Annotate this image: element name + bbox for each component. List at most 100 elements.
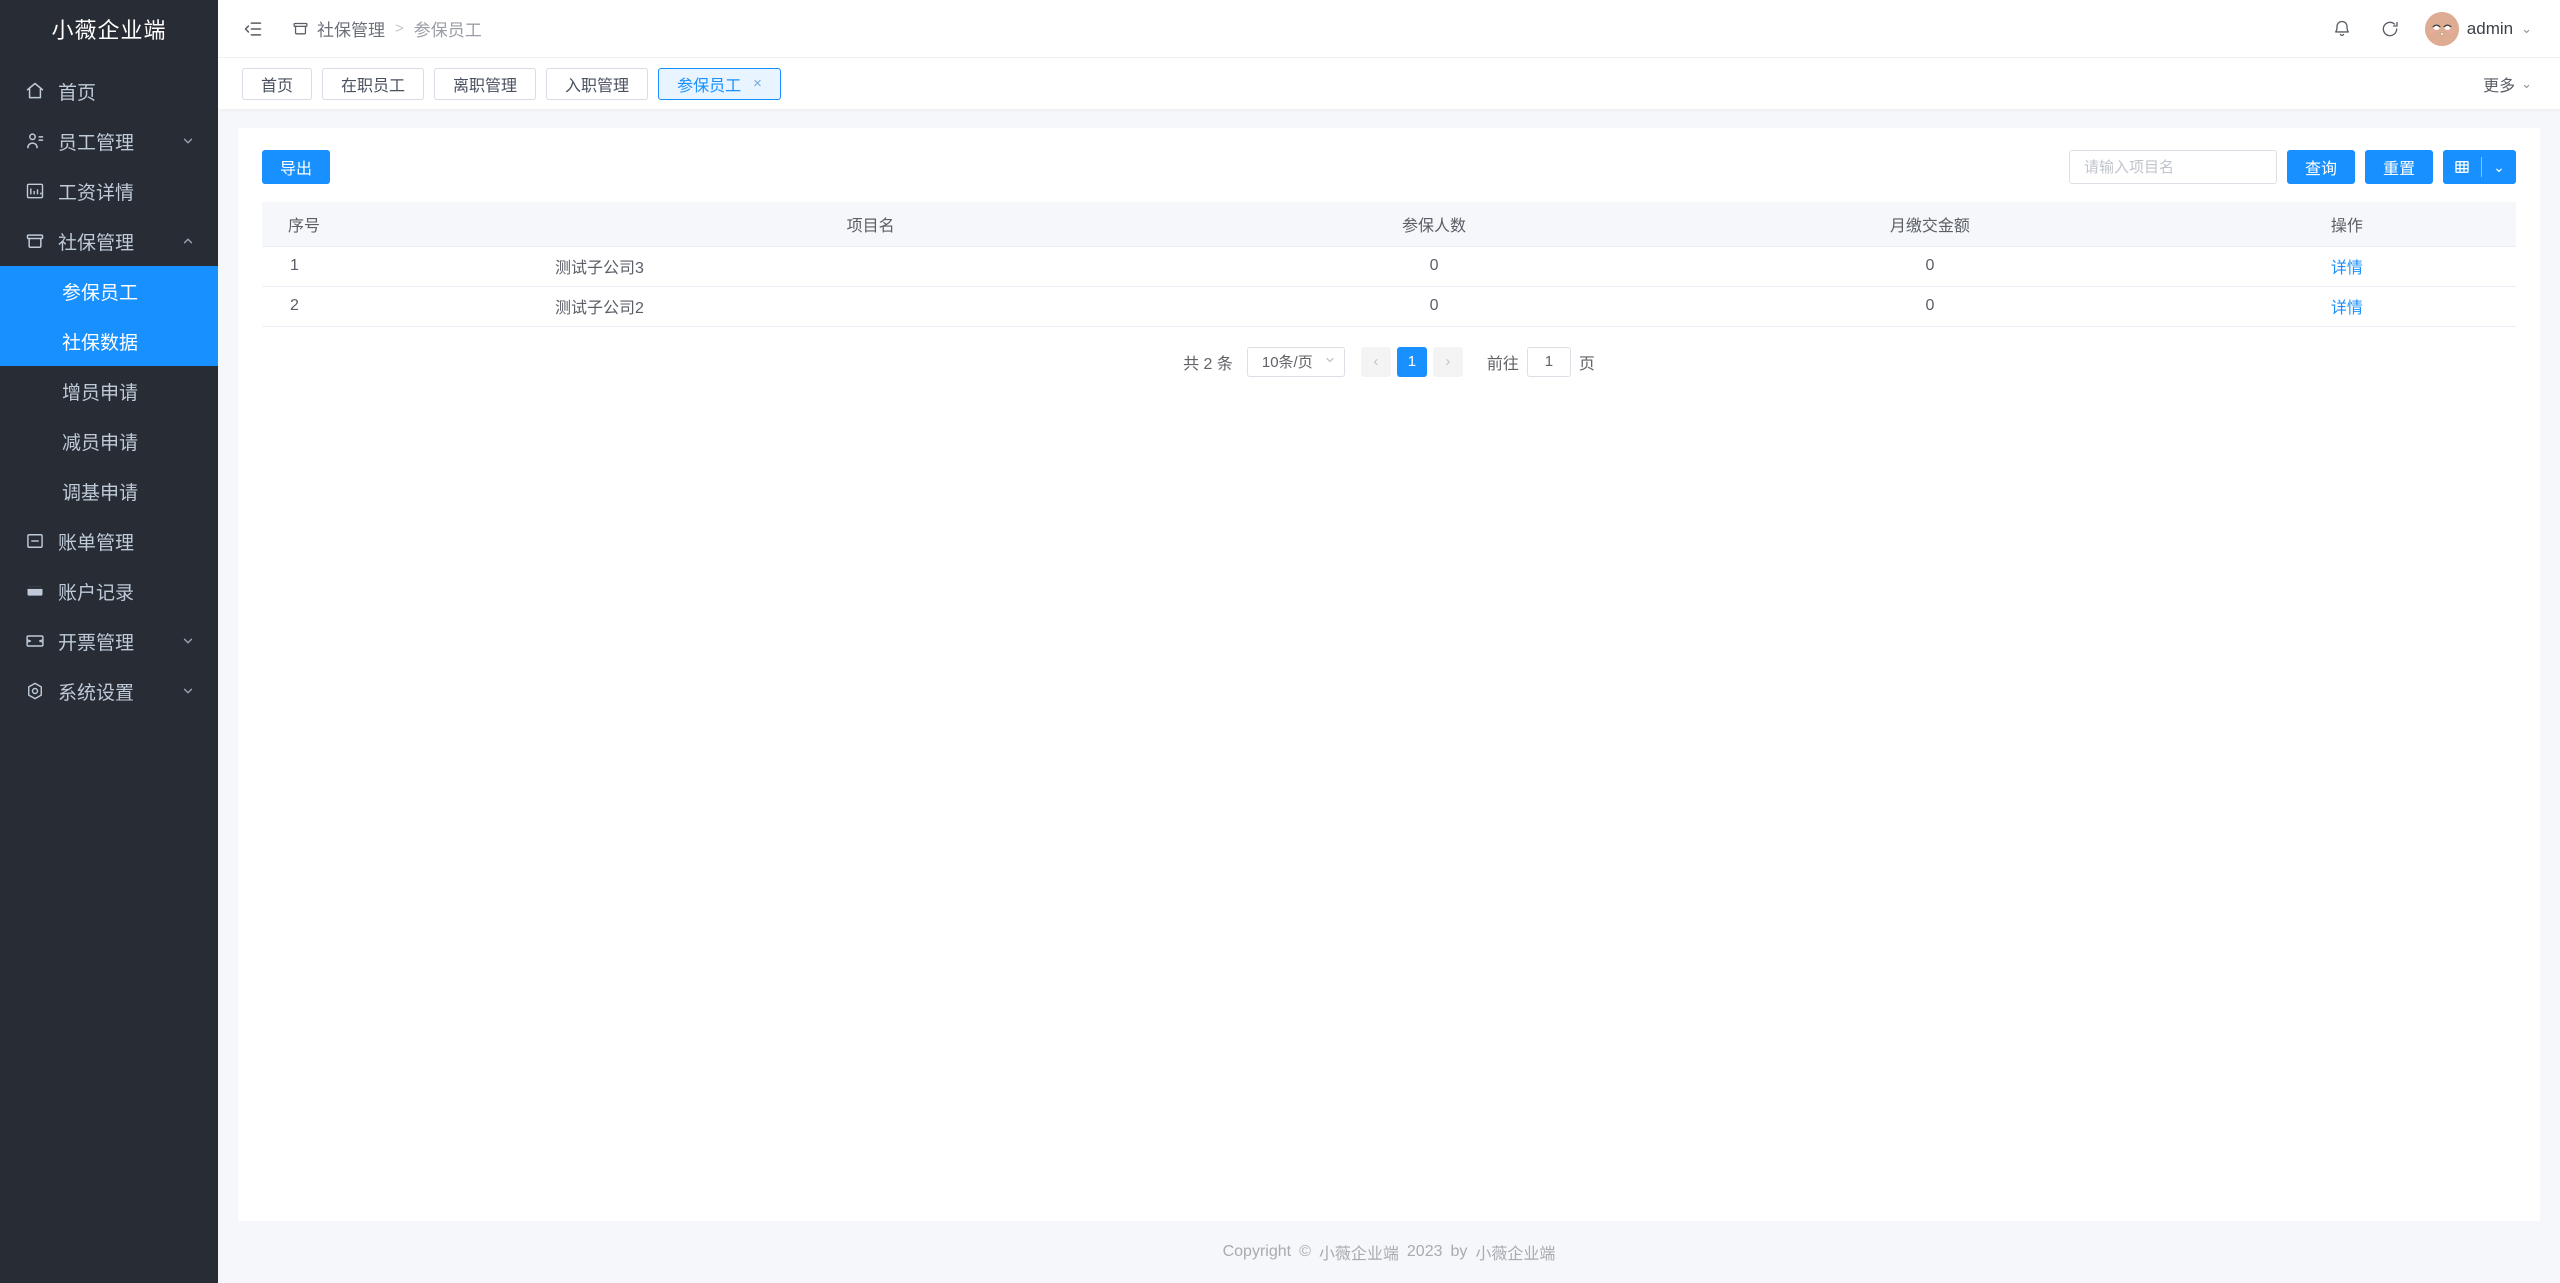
sidebar-item-home[interactable]: 首页	[0, 66, 218, 116]
folder-icon	[292, 20, 309, 37]
table-head: 序号 项目名 参保人数 月缴交金额 操作	[262, 202, 2516, 247]
detail-link[interactable]: 详情	[2331, 260, 2363, 277]
content-card: 导出 查询 重置 ⌄	[238, 128, 2540, 1221]
toolbar-right: 查询 重置 ⌄	[2068, 150, 2516, 184]
cell-insured-count: 0	[1186, 246, 1682, 287]
tab-home[interactable]: 首页	[242, 67, 313, 100]
pagination: 共 2 条 10条/页 ‹ 1 › 前往 1 页	[262, 327, 2516, 377]
tab-resignation-management[interactable]: 离职管理	[434, 67, 537, 100]
table-container: 序号 项目名 参保人数 月缴交金额 操作 1 测试子公司3 0 0 详情 2 测…	[238, 202, 2540, 377]
column-header-monthly-amount: 月缴交金额	[1682, 202, 2178, 247]
sidebar-item-invoice-management[interactable]: 开票管理	[0, 616, 218, 666]
column-header-index: 序号	[262, 202, 556, 247]
sidebar-item-insured-employees[interactable]: 参保员工	[0, 266, 218, 316]
tab-label: 离职管理	[453, 77, 518, 95]
home-icon	[24, 80, 46, 102]
column-settings-split-button[interactable]: ⌄	[2443, 150, 2516, 184]
prev-page-button[interactable]: ‹	[1360, 346, 1391, 377]
footer-company: 小薇企业端	[1318, 1246, 1399, 1263]
top-navbar: 社保管理 > 参保员工 admin ⌄	[218, 0, 2560, 58]
collapse-menu-icon[interactable]	[240, 16, 266, 42]
page-jump-input[interactable]	[1526, 346, 1571, 377]
cell-actions: 详情	[2177, 246, 2516, 287]
page-size-select[interactable]: 10条/页	[1246, 346, 1345, 377]
brand-title: 小薇企业端	[0, 0, 218, 58]
card-toolbar: 导出 查询 重置 ⌄	[238, 128, 2540, 202]
users-icon	[24, 130, 46, 152]
navbar-right: admin ⌄	[2329, 11, 2532, 46]
sidebar-item-bill-management[interactable]: 账单管理	[0, 516, 218, 566]
column-header-project-name: 项目名	[555, 202, 1187, 247]
sidebar-item-label: 开票管理	[58, 632, 135, 654]
export-button[interactable]: 导出	[262, 150, 331, 184]
tab-label: 在职员工	[341, 77, 406, 95]
refresh-icon[interactable]	[2377, 16, 2403, 42]
grid-columns-icon[interactable]	[2443, 150, 2481, 184]
query-button[interactable]: 查询	[2286, 150, 2355, 184]
reset-button[interactable]: 重置	[2364, 150, 2433, 184]
breadcrumb-parent[interactable]: 社保管理	[317, 16, 385, 41]
tab-insured-employees[interactable]: 参保员工 ×	[658, 67, 781, 100]
cell-index: 2	[262, 286, 556, 327]
copyright-symbol: ©	[1299, 1243, 1311, 1260]
tabs-bar: 首页 在职员工 离职管理 入职管理 参保员工 × 更多 ⌄	[218, 58, 2560, 110]
tab-label: 入职管理	[565, 77, 630, 95]
cell-monthly-amount: 0	[1682, 286, 2178, 327]
user-name: admin	[2466, 18, 2514, 38]
column-header-insured-count: 参保人数	[1186, 202, 1682, 247]
sidebar-item-label: 系统设置	[58, 682, 135, 704]
page-number-1[interactable]: 1	[1396, 346, 1427, 377]
bell-icon[interactable]	[2329, 16, 2355, 42]
sidebar-item-system-settings[interactable]: 系统设置	[0, 666, 218, 716]
chevron-down-icon	[180, 133, 196, 149]
chevron-down-icon: ⌄	[2521, 75, 2532, 91]
tab-label: 参保员工	[677, 77, 742, 95]
user-avatar	[2424, 11, 2459, 46]
table-row[interactable]: 2 测试子公司2 0 0 详情	[262, 286, 2516, 327]
tab-onboarding-management[interactable]: 入职管理	[546, 67, 649, 100]
sidebar-item-insurance-data[interactable]: 社保数据	[0, 316, 218, 366]
close-icon[interactable]: ×	[753, 76, 762, 91]
ticket-icon	[24, 630, 46, 652]
sidebar-item-add-employee-request[interactable]: 增员申请	[0, 366, 218, 416]
table-row[interactable]: 1 测试子公司3 0 0 详情	[262, 246, 2516, 287]
page-jump-prefix: 前往	[1486, 355, 1519, 373]
page-jump: 前往 页	[1486, 346, 1595, 377]
footer: Copyright © 小薇企业端 2023 by 小薇企业端	[238, 1221, 2540, 1283]
chevron-up-icon	[180, 233, 196, 249]
sidebar: 小薇企业端 首页 员工管理 工资详情 社保管理 参保员工 社保数据 增员申请 减…	[0, 0, 218, 1283]
cell-project-name: 测试子公司3	[555, 246, 1187, 287]
tab-active-employees[interactable]: 在职员工	[322, 67, 425, 100]
sidebar-item-adjust-base-request[interactable]: 调基申请	[0, 466, 218, 516]
next-page-button[interactable]: ›	[1432, 346, 1463, 377]
user-menu[interactable]: admin ⌄	[2424, 11, 2532, 46]
sidebar-item-employee-management[interactable]: 员工管理	[0, 116, 218, 166]
column-header-actions: 操作	[2177, 202, 2516, 247]
page-jump-suffix: 页	[1578, 355, 1595, 373]
chevron-down-icon	[180, 683, 196, 699]
sidebar-item-salary-detail[interactable]: 工资详情	[0, 166, 218, 216]
app-root: 小薇企业端 首页 员工管理 工资详情 社保管理 参保员工 社保数据 增员申请 减…	[0, 0, 2560, 1283]
footer-year: 2023	[1406, 1243, 1443, 1260]
cell-index: 1	[262, 246, 556, 287]
tab-label: 首页	[261, 77, 294, 95]
tabs-more-button[interactable]: 更多 ⌄	[2483, 72, 2532, 96]
sidebar-item-label: 首页	[58, 82, 97, 104]
search-input[interactable]	[2068, 150, 2277, 184]
chevron-down-icon	[1324, 354, 1336, 369]
table-header-row: 序号 项目名 参保人数 月缴交金额 操作	[262, 202, 2516, 247]
sidebar-menu: 首页 员工管理 工资详情 社保管理 参保员工 社保数据 增员申请 减员申请 调基…	[0, 58, 218, 1283]
sidebar-item-remove-employee-request[interactable]: 减员申请	[0, 416, 218, 466]
sidebar-item-account-records[interactable]: 账户记录	[0, 566, 218, 616]
sidebar-item-label: 员工管理	[58, 132, 135, 154]
cell-actions: 详情	[2177, 286, 2516, 327]
table-body: 1 测试子公司3 0 0 详情 2 测试子公司2 0 0 详情	[262, 246, 2516, 327]
sidebar-item-label: 账单管理	[58, 532, 135, 554]
main-column: 社保管理 > 参保员工 admin ⌄ 首页 在职员工 离职管理 入职管理 参保…	[218, 0, 2560, 1283]
sidebar-item-social-insurance[interactable]: 社保管理	[0, 216, 218, 266]
chevron-down-icon[interactable]: ⌄	[2482, 150, 2516, 184]
copyright-prefix: Copyright	[1222, 1243, 1292, 1260]
chevron-down-icon	[180, 633, 196, 649]
detail-link[interactable]: 详情	[2331, 300, 2363, 317]
content-area: 导出 查询 重置 ⌄	[218, 110, 2560, 1283]
